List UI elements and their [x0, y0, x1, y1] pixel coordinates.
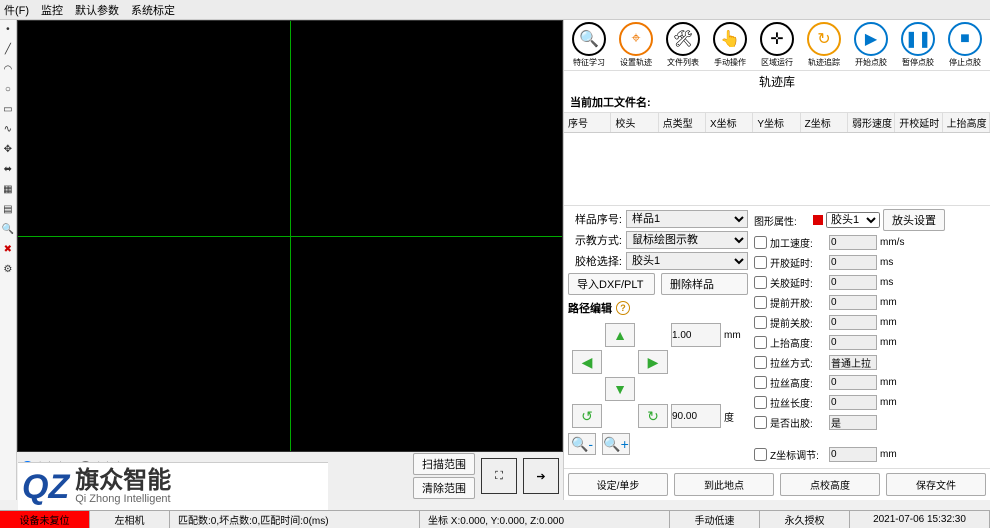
- sample-select[interactable]: 样品1: [626, 210, 748, 228]
- param-input-5[interactable]: [829, 335, 877, 350]
- scan-range-button[interactable]: 扫描范围: [413, 453, 475, 475]
- tool-move-icon[interactable]: ✥: [1, 142, 15, 156]
- start-button[interactable]: ▶开始点胶: [848, 20, 894, 70]
- rotate-cw-button[interactable]: ↻: [638, 404, 668, 428]
- tool-arc-icon[interactable]: ◠: [1, 62, 15, 76]
- statusbar: 设备未复位 左相机 匹配数:0,坏点数:0,匹配时间:0(ms) 坐标 X:0.…: [0, 510, 990, 528]
- param-check-3[interactable]: [754, 296, 767, 309]
- current-file-row: 当前加工文件名:: [564, 92, 990, 113]
- param-input-8[interactable]: [829, 395, 877, 410]
- step-input[interactable]: [671, 323, 721, 347]
- library-title: 轨迹库: [564, 71, 990, 92]
- menu-file[interactable]: 件(F): [4, 2, 29, 18]
- menu-params[interactable]: 默认参数: [75, 2, 119, 18]
- crosshair-vertical: [290, 21, 291, 451]
- param-input-7[interactable]: [829, 375, 877, 390]
- param-check-6[interactable]: [754, 356, 767, 369]
- param-check-9[interactable]: [754, 416, 767, 429]
- status-speed: 手动低速: [670, 511, 760, 528]
- tool-grid-icon[interactable]: ▦: [1, 182, 15, 196]
- save-file-button[interactable]: 保存文件: [886, 473, 986, 496]
- tool-rect-icon[interactable]: ▭: [1, 102, 15, 116]
- angle-input[interactable]: [671, 404, 721, 428]
- gun-select[interactable]: 胶头1: [626, 252, 748, 270]
- point-height-button[interactable]: 点校高度: [780, 473, 880, 496]
- set-step-button[interactable]: 设定/单步: [568, 473, 668, 496]
- manual-op-button[interactable]: 👆手动操作: [707, 20, 753, 70]
- menu-monitor[interactable]: 监控: [41, 2, 63, 18]
- teach-mode-select[interactable]: 鼠标绘图示教: [626, 231, 748, 249]
- pause-button[interactable]: ❚❚暂停点胶: [895, 20, 941, 70]
- zoom-in-button[interactable]: 🔍+: [602, 433, 630, 455]
- tool-delete-icon[interactable]: ✖: [1, 242, 15, 256]
- bottom-buttons: 设定/单步 到此地点 点校高度 保存文件: [564, 468, 990, 500]
- tool-circle-icon[interactable]: ○: [1, 82, 15, 96]
- status-device: 设备未复位: [0, 511, 90, 528]
- import-dxf-button[interactable]: 导入DXF/PLT: [568, 273, 655, 295]
- graphic-attr-select[interactable]: 胶头1: [826, 212, 880, 228]
- param-input-1[interactable]: [829, 255, 877, 270]
- param-input-3[interactable]: [829, 295, 877, 310]
- status-auth: 永久授权: [760, 511, 850, 528]
- param-input-6[interactable]: [829, 355, 877, 370]
- area-run-button[interactable]: ✛区域运行: [754, 20, 800, 70]
- param-check-7[interactable]: [754, 376, 767, 389]
- path-edit-title: 路径编辑 ?: [568, 300, 748, 316]
- delete-sample-button[interactable]: 删除样品: [661, 273, 748, 295]
- param-check-2[interactable]: [754, 276, 767, 289]
- param-input-9[interactable]: [829, 415, 877, 430]
- param-input-2[interactable]: [829, 275, 877, 290]
- nav-up-button[interactable]: ▲: [605, 323, 635, 347]
- go-icon[interactable]: ➔: [523, 458, 559, 494]
- color-swatch: [813, 215, 823, 225]
- feature-learn-button[interactable]: 🔍特征学习: [566, 20, 612, 70]
- tool-wave-icon[interactable]: ∿: [1, 122, 15, 136]
- top-toolbar: 🔍特征学习 ⌖设置轨迹 🛠文件列表 👆手动操作 ✛区域运行 ↻轨迹追踪 ▶开始点…: [564, 20, 990, 71]
- table-header: 序号校头点类型 X坐标Y坐标Z坐标 弱形速度开校延时上抬高度: [564, 113, 990, 133]
- param-input-0[interactable]: [829, 235, 877, 250]
- set-track-button[interactable]: ⌖设置轨迹: [613, 20, 659, 70]
- status-match: 匹配数:0,坏点数:0,匹配时间:0(ms): [170, 511, 420, 528]
- rotate-ccw-button[interactable]: ↺: [572, 404, 602, 428]
- nav-down-button[interactable]: ▼: [605, 377, 635, 401]
- head-settings-button[interactable]: 放头设置: [883, 209, 945, 231]
- param-check-1[interactable]: [754, 256, 767, 269]
- z-adjust-input[interactable]: [829, 447, 877, 462]
- file-list-button[interactable]: 🛠文件列表: [660, 20, 706, 70]
- param-check-5[interactable]: [754, 336, 767, 349]
- nav-right-button[interactable]: ▶: [638, 350, 668, 374]
- viewport[interactable]: [17, 20, 563, 452]
- stop-button[interactable]: ■停止点胶: [942, 20, 988, 70]
- tool-point-icon[interactable]: •: [1, 22, 15, 36]
- param-check-4[interactable]: [754, 316, 767, 329]
- zoom-out-button[interactable]: 🔍-: [568, 433, 596, 455]
- track-trace-button[interactable]: ↻轨迹追踪: [801, 20, 847, 70]
- menubar: 件(F) 监控 默认参数 系统标定: [0, 0, 990, 20]
- nav-left-button[interactable]: ◀: [572, 350, 602, 374]
- left-toolbar: • ╱ ◠ ○ ▭ ∿ ✥ ⬌ ▦ ▤ 🔍 ✖ ⚙: [0, 20, 17, 500]
- tool-layers-icon[interactable]: ▤: [1, 202, 15, 216]
- tool-zoom-icon[interactable]: 🔍: [1, 222, 15, 236]
- tool-line-icon[interactable]: ╱: [1, 42, 15, 56]
- fit-screen-icon[interactable]: ⛶: [481, 458, 517, 494]
- tool-pan-icon[interactable]: ⬌: [1, 162, 15, 176]
- status-time: 2021-07-06 15:32:30: [850, 511, 990, 528]
- logo: QZ 旗众智能 Qi Zhong Intelligent: [18, 462, 328, 510]
- help-icon[interactable]: ?: [616, 301, 630, 315]
- param-check-8[interactable]: [754, 396, 767, 409]
- goto-point-button[interactable]: 到此地点: [674, 473, 774, 496]
- tool-settings-icon[interactable]: ⚙: [1, 262, 15, 276]
- clear-range-button[interactable]: 清除范围: [413, 477, 475, 499]
- param-check-0[interactable]: [754, 236, 767, 249]
- table-body[interactable]: [564, 133, 990, 205]
- menu-system[interactable]: 系统标定: [131, 2, 175, 18]
- status-coord: 坐标 X:0.000, Y:0.000, Z:0.000: [420, 511, 670, 528]
- status-camera: 左相机: [90, 511, 170, 528]
- z-adjust-checkbox[interactable]: [754, 448, 767, 461]
- param-input-4[interactable]: [829, 315, 877, 330]
